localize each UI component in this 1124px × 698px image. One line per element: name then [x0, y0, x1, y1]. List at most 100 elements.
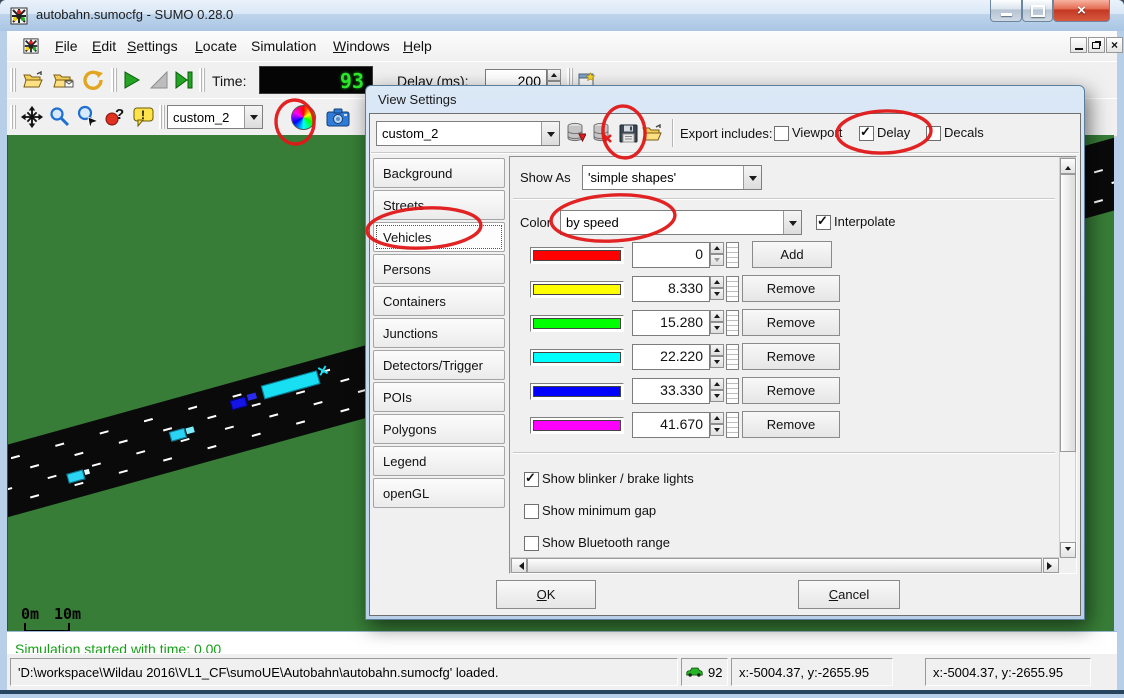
maximize-button[interactable] — [1022, 0, 1053, 22]
import-scheme-button[interactable] — [641, 121, 665, 145]
tab-polygons[interactable]: Polygons — [373, 414, 505, 444]
threshold-dial[interactable] — [726, 412, 739, 438]
color-swatch[interactable] — [530, 383, 624, 400]
toolbar-grip[interactable] — [10, 105, 16, 129]
zoom-button[interactable] — [47, 104, 73, 130]
open-network-button[interactable] — [51, 67, 77, 93]
menu-file[interactable]: File — [51, 31, 82, 61]
scroll-up-button[interactable] — [1060, 158, 1076, 174]
spin-up-icon[interactable] — [710, 242, 724, 254]
scroll-left-button[interactable] — [511, 558, 527, 573]
threshold-spinner[interactable] — [710, 276, 724, 302]
color-swatch[interactable] — [530, 315, 624, 332]
threshold-input[interactable]: 8.330 — [632, 276, 710, 302]
vertical-scrollbar[interactable] — [1059, 157, 1076, 557]
remove-button[interactable]: Remove — [742, 411, 840, 438]
mdi-restore-button[interactable] — [1088, 37, 1105, 53]
interpolate-checkbox[interactable] — [816, 215, 831, 230]
decals-checkbox[interactable] — [926, 126, 941, 141]
close-button[interactable]: × — [1053, 0, 1110, 22]
spin-up-icon[interactable] — [710, 412, 724, 424]
save-scheme-registry-button[interactable] — [564, 121, 588, 145]
toolbar-grip[interactable] — [199, 68, 205, 92]
show-bluetooth-label[interactable]: Show Bluetooth range — [542, 535, 670, 550]
menu-help[interactable]: Help — [399, 31, 436, 61]
threshold-dial[interactable] — [726, 310, 739, 336]
message-log[interactable]: Simulation started with time: 0.00 — [7, 631, 1117, 654]
scrollbar-thumb[interactable] — [1060, 174, 1076, 452]
color-swatch[interactable] — [530, 281, 624, 298]
threshold-dial[interactable] — [726, 276, 739, 302]
tab-detectors-trigger[interactable]: Detectors/Trigger — [373, 350, 505, 380]
remove-button[interactable]: Remove — [742, 377, 840, 404]
vehicle-question-button[interactable]: ? — [103, 104, 129, 130]
tab-containers[interactable]: Containers — [373, 286, 505, 316]
cancel-button[interactable]: Cancel — [798, 580, 900, 609]
threshold-spinner[interactable] — [710, 344, 724, 370]
spin-up-icon[interactable] — [710, 344, 724, 356]
tab-vehicles[interactable]: Vehicles — [373, 222, 505, 252]
toolbar-grip[interactable] — [159, 105, 165, 129]
ok-button[interactable]: OK — [496, 580, 596, 609]
export-scheme-button[interactable] — [616, 121, 640, 145]
stop-button[interactable] — [146, 67, 172, 93]
spin-down-icon[interactable] — [710, 322, 724, 334]
dialog-scheme-combobox[interactable]: custom_2 — [376, 121, 560, 146]
spin-up-icon[interactable] — [547, 69, 561, 81]
toolbar-grip[interactable] — [111, 68, 117, 92]
locate-button[interactable] — [75, 104, 101, 130]
toolbar-grip[interactable] — [10, 68, 16, 92]
vehicle[interactable] — [84, 469, 90, 475]
viewport-checkbox[interactable] — [774, 126, 789, 141]
show-bluetooth-checkbox[interactable] — [524, 536, 539, 551]
reload-button[interactable] — [80, 67, 106, 93]
threshold-input[interactable]: 0 — [632, 242, 710, 268]
step-button[interactable] — [171, 67, 197, 93]
horizontal-scrollbar[interactable] — [510, 557, 1059, 573]
threshold-input[interactable]: 41.670 — [632, 412, 710, 438]
scroll-down-button[interactable] — [1060, 542, 1076, 558]
viewport-label[interactable]: Viewport — [792, 125, 842, 140]
tab-streets[interactable]: Streets — [373, 190, 505, 220]
threshold-input[interactable]: 15.280 — [632, 310, 710, 336]
vehicle-count-panel[interactable]: 92 — [681, 658, 728, 686]
view-settings-dialog[interactable]: View Settings custom_2 — [365, 85, 1085, 620]
snapshot-button[interactable] — [325, 104, 351, 130]
spin-down-icon[interactable] — [710, 390, 724, 402]
threshold-spinner[interactable] — [710, 412, 724, 438]
threshold-dial[interactable] — [726, 344, 739, 370]
show-minimum-gap-label[interactable]: Show minimum gap — [542, 503, 656, 518]
threshold-spinner[interactable] — [710, 242, 724, 268]
show-as-combobox[interactable]: 'simple shapes' — [582, 165, 762, 190]
run-button[interactable] — [119, 67, 145, 93]
remove-button[interactable]: Remove — [742, 309, 840, 336]
combo-dropdown-button[interactable] — [783, 211, 801, 234]
vehicle[interactable] — [247, 393, 257, 401]
tab-opengl[interactable]: openGL — [373, 478, 505, 508]
scrollbar-thumb[interactable] — [527, 558, 1042, 573]
tab-junctions[interactable]: Junctions — [373, 318, 505, 348]
color-swatch[interactable] — [530, 417, 624, 434]
menu-edit[interactable]: Edit — [88, 31, 120, 61]
spin-down-icon[interactable] — [710, 254, 724, 266]
combo-dropdown-button[interactable] — [743, 166, 761, 189]
combo-dropdown-button[interactable] — [244, 106, 262, 128]
threshold-spinner[interactable] — [710, 378, 724, 404]
show-minimum-gap-checkbox[interactable] — [524, 504, 539, 519]
tab-persons[interactable]: Persons — [373, 254, 505, 284]
threshold-spinner[interactable] — [710, 310, 724, 336]
remove-button[interactable]: Remove — [742, 343, 840, 370]
open-config-button[interactable] — [21, 67, 47, 93]
threshold-input[interactable]: 22.220 — [632, 344, 710, 370]
menu-simulation[interactable]: Simulation — [247, 31, 320, 61]
tab-legend[interactable]: Legend — [373, 446, 505, 476]
color-scheme-combobox[interactable]: by speed — [560, 210, 802, 235]
spin-up-icon[interactable] — [710, 310, 724, 322]
vehicle[interactable] — [185, 426, 194, 434]
spin-down-icon[interactable] — [710, 424, 724, 436]
threshold-input[interactable]: 33.330 — [632, 378, 710, 404]
menu-locate[interactable]: Locate — [191, 31, 241, 61]
titlebar[interactable]: autobahn.sumocfg - SUMO 0.28.0 × — [0, 0, 1124, 31]
scheme-combobox[interactable]: custom_2 — [167, 105, 263, 129]
spin-up-icon[interactable] — [710, 276, 724, 288]
